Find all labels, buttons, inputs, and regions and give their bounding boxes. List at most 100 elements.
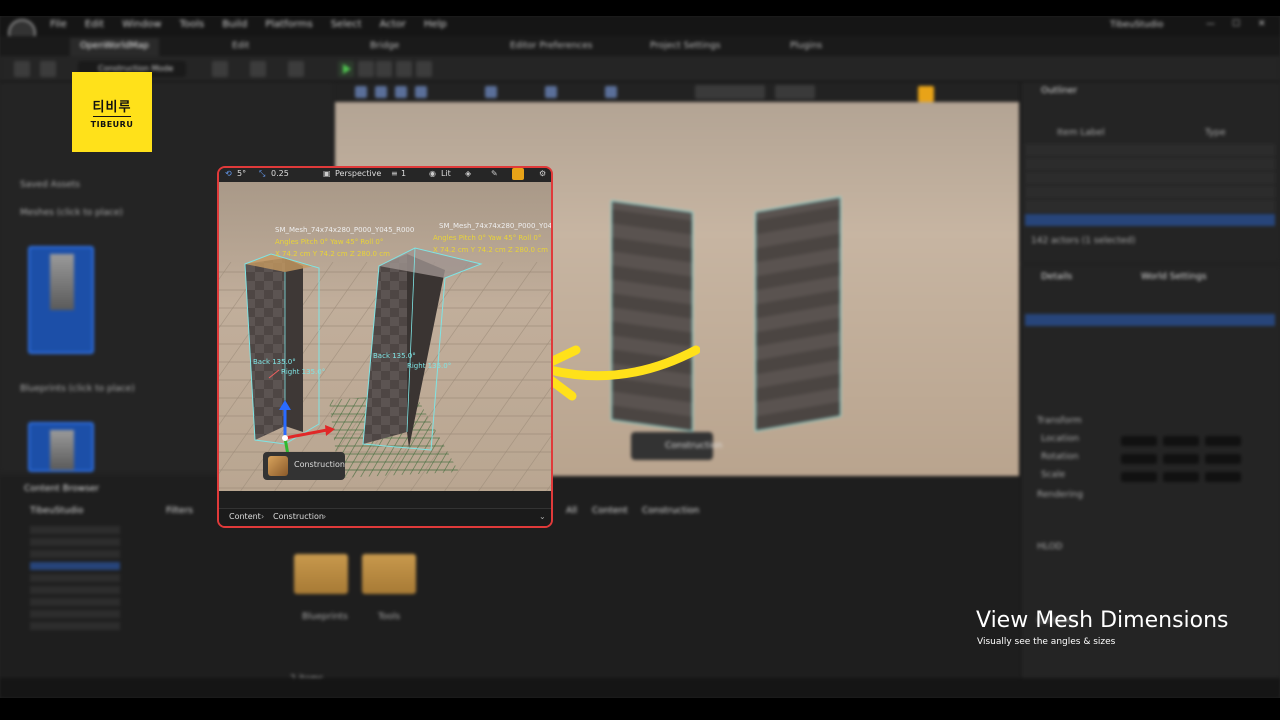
scale-snap-icon[interactable] [605,86,617,98]
details-selected-component[interactable] [1025,314,1275,326]
menu-build[interactable]: Build [222,19,247,30]
camera-speed-icon[interactable] [918,86,934,102]
scale-icon[interactable] [415,86,427,98]
folder-blueprints-icon[interactable] [294,554,348,594]
rotation-x-field[interactable] [1121,454,1157,464]
menu-edit[interactable]: Edit [85,19,104,30]
folder-tree-row[interactable] [30,526,120,534]
chevron-down-icon[interactable]: ⌄ [539,512,546,521]
blueprint-tile[interactable] [28,422,94,472]
tools-icon[interactable]: ✎ [491,169,498,178]
outliner-row[interactable] [1025,200,1275,212]
folder-tree-row[interactable] [30,622,120,630]
scale-y-field[interactable] [1163,472,1199,482]
rendering-section[interactable]: Rendering [1037,490,1083,500]
menu-help[interactable]: Help [424,19,447,30]
inset-viewport-scene[interactable]: SM_Mesh_74x74x280_P000_Y045_R000 Angles … [219,182,551,491]
folder-tree-row[interactable] [30,574,120,582]
outliner-column-type[interactable]: Type [1205,128,1226,138]
menu-platforms[interactable]: Platforms [265,19,312,30]
translate-icon[interactable] [375,86,387,98]
folder-tree-row[interactable] [30,610,120,618]
scale-z-field[interactable] [1205,472,1241,482]
menu-select[interactable]: Select [331,19,362,30]
breadcrumb-chevron-icon[interactable]: › [323,512,326,521]
minimize-icon[interactable]: — [1206,19,1215,29]
outliner-row[interactable] [1025,172,1275,184]
maximize-icon[interactable]: ☐ [1232,19,1240,29]
cinematics-icon[interactable] [288,61,304,77]
pillar-right-mesh[interactable] [362,247,483,451]
tab-editor-preferences[interactable]: Editor Preferences [500,38,602,56]
breadcrumb-content[interactable]: Content [229,512,261,521]
select-mode-icon[interactable] [355,86,367,98]
scale-snap-value[interactable]: 0.25 [271,169,289,178]
outliner-column-label[interactable]: Item Label [1057,128,1105,138]
construction-chip[interactable]: Construction [263,452,345,480]
path-construction[interactable]: Construction [642,506,699,516]
blueprint-icon[interactable] [250,61,266,77]
content-browser-title[interactable]: Content Browser [24,484,99,494]
hlod-section[interactable]: HLOD [1037,542,1062,552]
outliner-row[interactable] [1025,186,1275,198]
path-content[interactable]: Content [592,506,628,516]
outliner-row[interactable] [1025,158,1275,170]
scale-x-field[interactable] [1121,472,1157,482]
breadcrumb-construction[interactable]: Construction [273,512,324,521]
folder-tree-row[interactable] [30,538,120,546]
show-flags-icon[interactable]: ◈ [465,169,471,178]
rotation-snap-icon[interactable] [545,86,557,98]
menu-file[interactable]: File [50,19,67,30]
camera-speed-value[interactable]: 1 [401,169,406,178]
scale-snap-icon[interactable]: ⤡ [259,169,265,179]
stop-icon[interactable] [376,61,392,77]
save-icon[interactable] [14,61,30,77]
world-settings-tab[interactable]: World Settings [1141,272,1207,282]
lit-dropdown[interactable]: Lit [441,169,451,178]
perspective-dropdown[interactable] [695,85,765,99]
tab-project-settings[interactable]: Project Settings [640,38,731,56]
content-browser-root[interactable]: TibeuStudio [30,506,83,516]
tab-edit[interactable]: Edit [222,38,259,56]
folder-tree-row[interactable] [30,586,120,594]
details-tab[interactable]: Details [1041,272,1072,282]
viewport-construction-chip[interactable]: Construction [631,432,722,460]
tab-openworldmap[interactable]: OpenWorldMap [70,38,159,56]
location-z-field[interactable] [1205,436,1241,446]
menu-tools[interactable]: Tools [180,19,205,30]
play-button[interactable] [338,61,354,77]
folder-tools-icon[interactable] [362,554,416,594]
transform-section[interactable]: Transform [1037,416,1082,426]
grid-snap-icon[interactable] [485,86,497,98]
rotation-snap-value[interactable]: 5° [237,169,246,178]
location-y-field[interactable] [1163,436,1199,446]
launch-icon[interactable] [416,61,432,77]
lit-dropdown[interactable] [775,85,815,99]
eject-icon[interactable] [396,61,412,77]
rotation-z-field[interactable] [1205,454,1241,464]
step-icon[interactable] [358,61,374,77]
pillar-left-mesh[interactable] [244,253,320,445]
folder-tree-row-selected[interactable] [30,562,120,570]
outliner-row[interactable] [1025,144,1275,156]
close-icon[interactable]: ✕ [1258,19,1266,29]
rotate-icon[interactable] [395,86,407,98]
outliner-row-selected[interactable] [1025,214,1275,226]
menu-actor[interactable]: Actor [380,19,406,30]
content-icon[interactable] [40,61,56,77]
tab-plugins[interactable]: Plugins [780,38,832,56]
menu-window[interactable]: Window [122,19,161,30]
highlight-tool-icon[interactable] [512,168,524,180]
path-all[interactable]: All [566,506,577,516]
settings-gear-icon[interactable]: ⚙ [539,169,546,178]
mesh-tile[interactable] [28,246,94,354]
rotation-snap-icon[interactable]: ⟲ [225,169,232,178]
folder-tree-row[interactable] [30,550,120,558]
location-x-field[interactable] [1121,436,1157,446]
filters-label[interactable]: Filters [166,506,193,516]
add-actor-icon[interactable] [212,61,228,77]
rotation-y-field[interactable] [1163,454,1199,464]
pillar-mesh-right[interactable] [755,196,841,432]
perspective-dropdown[interactable]: Perspective [335,169,381,178]
tab-bridge[interactable]: Bridge [360,38,409,56]
